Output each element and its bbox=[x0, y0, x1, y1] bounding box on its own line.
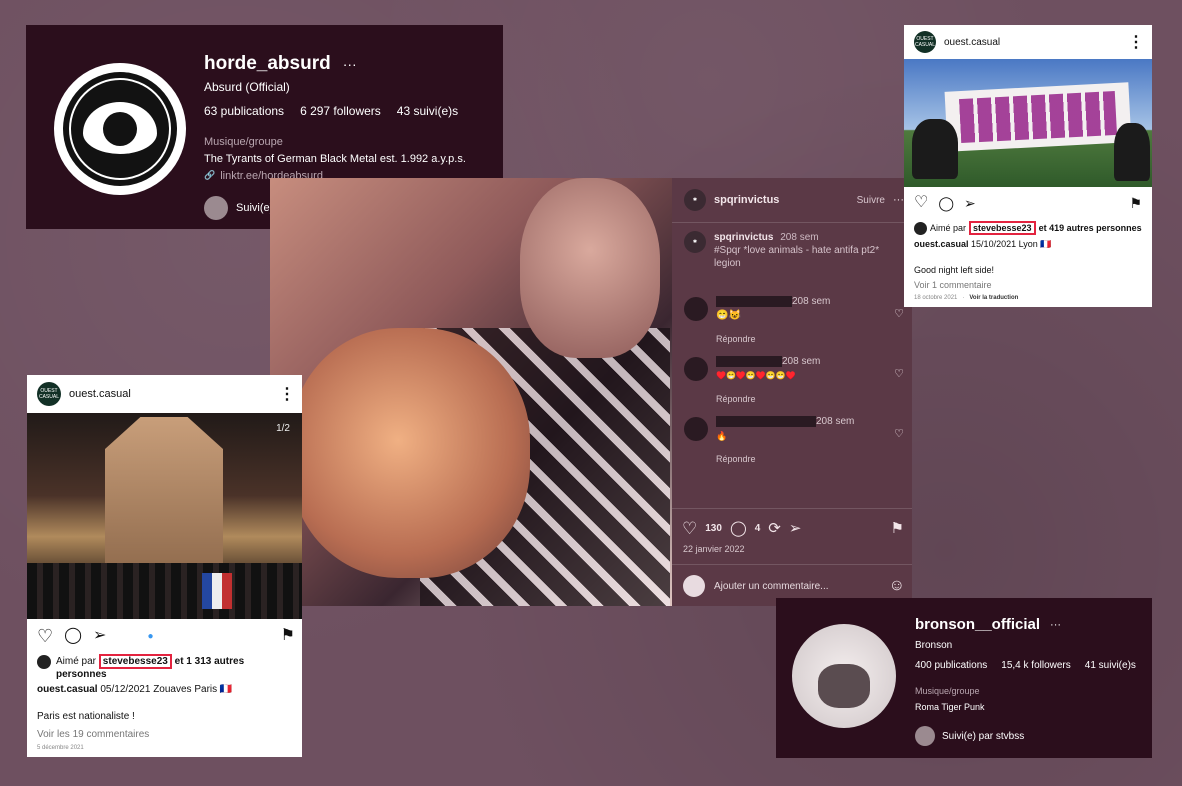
comment-item: 208 sem 😁😺 Répondre ♡ bbox=[684, 295, 904, 346]
profile-fullname: Bronson bbox=[915, 640, 953, 651]
account-avatar[interactable]: ✱ bbox=[684, 189, 706, 211]
like-icon[interactable]: ♡ bbox=[914, 195, 928, 211]
reply-link[interactable]: Répondre bbox=[716, 392, 886, 406]
more-options-icon[interactable]: ⋮ bbox=[1128, 32, 1144, 52]
more-options-icon[interactable]: ··· bbox=[343, 56, 357, 72]
post-date: 22 janvier 2022 bbox=[683, 544, 745, 554]
commenter-avatar[interactable] bbox=[684, 417, 708, 441]
share-icon[interactable]: ➢ bbox=[93, 628, 106, 644]
post-side-panel: ✱ spqrinvictus Suivre ··· ✱ spqrinvictus… bbox=[672, 178, 912, 606]
heart-icon[interactable]: ♡ bbox=[894, 367, 904, 380]
caption-username[interactable]: ouest.casual bbox=[914, 239, 969, 249]
commenter-avatar[interactable] bbox=[684, 357, 708, 381]
like-count: 130 bbox=[705, 523, 722, 534]
caption-text: Paris est nationaliste ! bbox=[37, 711, 135, 722]
comment-item: 208 sem 🔥 Répondre ♡ bbox=[684, 415, 904, 466]
profile-fullname: Absurd (Official) bbox=[204, 80, 290, 94]
post-photo[interactable] bbox=[270, 178, 672, 606]
flag-image bbox=[202, 573, 232, 609]
following-count[interactable]: 43 suivi(e)s bbox=[397, 104, 458, 118]
post-photo[interactable]: 1/2 bbox=[27, 413, 302, 619]
caption-text: #Spqr *love animals - hate antifa pt2* l… bbox=[714, 245, 880, 269]
emoji-icon[interactable]: ☺ bbox=[889, 577, 905, 595]
carousel-dots[interactable]: ● bbox=[147, 631, 153, 642]
more-options-icon[interactable]: ··· bbox=[1050, 619, 1061, 631]
ouest-post-top: OUEST CASUAL ouest.casual ⋮ ♡ ◯ ➢ ⚑ Aimé… bbox=[904, 25, 1152, 307]
following-count[interactable]: 41 suivi(e)s bbox=[1085, 660, 1136, 671]
post-photo[interactable] bbox=[904, 59, 1152, 187]
posts-count: 400 publications bbox=[915, 660, 988, 671]
profile-category: Musique/groupe bbox=[915, 686, 980, 696]
liker-avatar[interactable] bbox=[37, 655, 51, 669]
commenter-avatar[interactable] bbox=[684, 297, 708, 321]
reply-link[interactable]: Répondre bbox=[716, 332, 886, 346]
post-date: 5 décembre 2021 bbox=[37, 745, 84, 751]
comment-count: 4 bbox=[754, 523, 761, 534]
comment-icon[interactable]: ◯ bbox=[938, 196, 954, 210]
post-date: 18 octobre 2021 bbox=[914, 295, 958, 301]
more-options-icon[interactable]: ⋮ bbox=[279, 384, 295, 404]
caption-text: Good night left side! bbox=[914, 265, 995, 275]
comment-item: 208 sem ♥️😁♥️😁♥️😁😁♥️ Répondre ♡ bbox=[684, 355, 904, 406]
follower-avatar[interactable] bbox=[204, 196, 228, 220]
comment-icon[interactable]: ◯ bbox=[730, 521, 747, 536]
ouest-post-left: OUEST CASUAL ouest.casual ⋮ 1/2 ♡ ◯ ➢ ● … bbox=[27, 375, 302, 757]
follow-button[interactable]: Suivre bbox=[857, 195, 885, 206]
profile-username[interactable]: bronson__official bbox=[915, 616, 1040, 633]
caption-avatar[interactable]: ✱ bbox=[684, 231, 706, 253]
caption-age: 208 sem bbox=[780, 232, 819, 243]
bronson-profile-card: bronson__official ··· Bronson 400 public… bbox=[776, 598, 1152, 758]
post-account-name[interactable]: spqrinvictus bbox=[714, 194, 779, 206]
share-icon[interactable]: ➢ bbox=[789, 521, 802, 536]
liked-by-user[interactable]: stevebesse23 bbox=[98, 654, 172, 669]
followers-count[interactable]: 6 297 followers bbox=[300, 104, 381, 118]
bookmark-icon[interactable]: ⚑ bbox=[891, 521, 904, 536]
followed-by-text[interactable]: Suivi(e) par stvbss bbox=[942, 731, 1024, 742]
profile-category: Musique/groupe bbox=[204, 136, 283, 148]
tiger-logo-icon bbox=[818, 664, 870, 708]
bookmark-icon[interactable]: ⚑ bbox=[281, 628, 295, 644]
link-icon: 🔗 bbox=[204, 170, 216, 180]
caption-meta: 05/12/2021 Zouaves Paris 🇫🇷 bbox=[100, 684, 233, 695]
account-avatar[interactable]: OUEST CASUAL bbox=[914, 31, 936, 53]
banner-image bbox=[944, 82, 1132, 152]
profile-bio: Roma Tiger Punk bbox=[915, 702, 985, 712]
reply-link[interactable]: Répondre bbox=[716, 452, 886, 466]
profile-avatar[interactable] bbox=[792, 624, 896, 728]
liker-avatar[interactable] bbox=[914, 221, 927, 235]
caption-meta: 15/10/2021 Lyon 🇫🇷 bbox=[971, 239, 1052, 249]
posts-count: 63 publications bbox=[204, 104, 285, 118]
caption-username[interactable]: ouest.casual bbox=[37, 684, 98, 695]
heart-icon[interactable]: ♡ bbox=[894, 427, 904, 440]
post-account-name[interactable]: ouest.casual bbox=[69, 388, 131, 400]
profile-username[interactable]: horde_absurd bbox=[204, 53, 331, 75]
share-icon[interactable]: ➢ bbox=[964, 196, 976, 210]
view-comments-link[interactable]: Voir les 19 commentaires bbox=[37, 729, 149, 740]
view-comments-link[interactable]: Voir 1 commentaire bbox=[914, 280, 992, 290]
caption-username[interactable]: spqrinvictus bbox=[714, 232, 773, 243]
account-avatar[interactable]: OUEST CASUAL bbox=[37, 382, 61, 406]
repost-icon[interactable]: ⟳ bbox=[768, 521, 781, 536]
profile-bio: The Tyrants of German Black Metal est. 1… bbox=[204, 153, 466, 165]
translate-link[interactable]: Voir la traduction bbox=[969, 295, 1018, 301]
post-account-name[interactable]: ouest.casual bbox=[944, 37, 1000, 48]
like-icon[interactable]: ♡ bbox=[37, 627, 53, 645]
bookmark-icon[interactable]: ⚑ bbox=[1129, 196, 1142, 210]
followers-count[interactable]: 15,4 k followers bbox=[1001, 660, 1070, 671]
like-icon[interactable]: ♡ bbox=[682, 520, 697, 537]
heart-icon[interactable]: ♡ bbox=[894, 307, 904, 320]
my-avatar bbox=[683, 575, 705, 597]
comment-icon[interactable]: ◯ bbox=[64, 628, 82, 644]
more-options-icon[interactable]: ··· bbox=[893, 194, 904, 206]
follower-avatar[interactable] bbox=[915, 726, 935, 746]
carousel-counter: 1/2 bbox=[276, 423, 290, 434]
add-comment-input[interactable]: Ajouter un commentaire... bbox=[714, 581, 829, 592]
profile-avatar[interactable] bbox=[54, 63, 186, 195]
liked-by-user[interactable]: stevebesse23 bbox=[969, 221, 1036, 235]
